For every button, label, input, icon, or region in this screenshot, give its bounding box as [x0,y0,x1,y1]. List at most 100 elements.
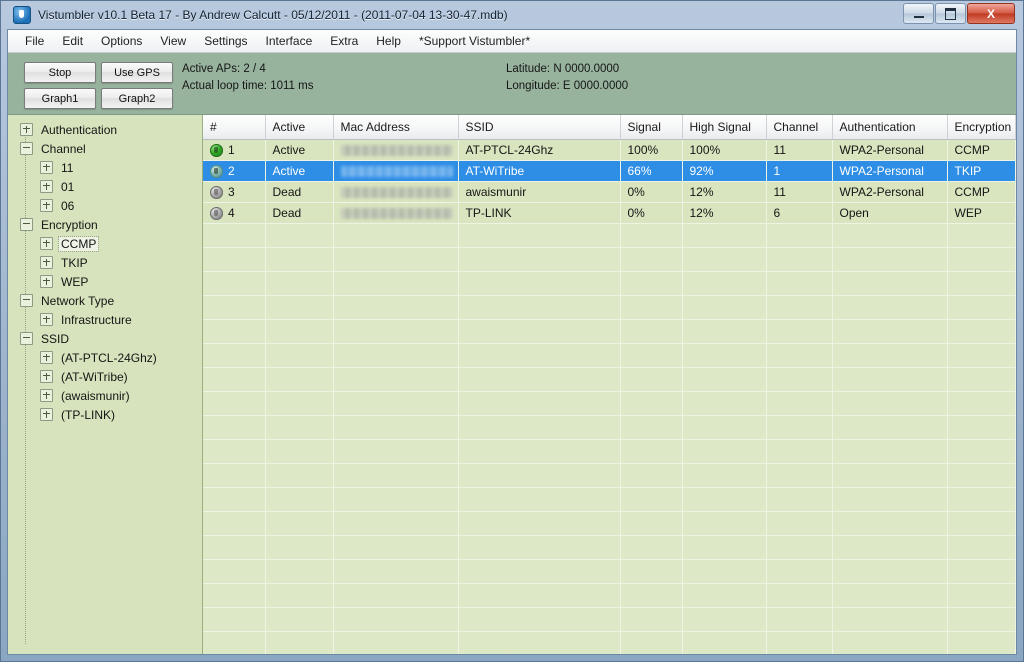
cell-empty [203,607,266,632]
collapse-icon[interactable] [20,218,33,231]
menu-item-extra[interactable]: Extra [321,31,367,51]
expand-icon[interactable] [40,161,53,174]
cell-authentication: WPA2-Personal [832,160,948,182]
menu-item-view[interactable]: View [151,31,195,51]
expand-icon[interactable] [40,180,53,193]
stop-button[interactable]: Stop [24,62,96,83]
expand-icon[interactable] [20,123,33,136]
cell-mac-address: 00:00:00:00:00:00 [333,202,459,224]
menu-item-file[interactable]: File [16,31,53,51]
expand-icon[interactable] [40,256,53,269]
tree-node-ssid[interactable]: SSID [8,329,202,348]
cell-empty [682,487,767,512]
tree-node-authentication[interactable]: Authentication [8,120,202,139]
tree-node-at-witribe[interactable]: (AT-WiTribe) [8,367,202,386]
cell-empty [682,319,767,344]
expand-icon[interactable] [40,389,53,402]
tree-node-encryption[interactable]: Encryption [8,215,202,234]
tree-node-label: Authentication [41,122,118,137]
maximize-button[interactable] [935,3,966,24]
tree-node-label: TKIP [61,255,88,270]
column-header-num[interactable]: # [203,115,266,140]
cell-empty [682,535,767,560]
menu-item-help[interactable]: Help [367,31,410,51]
tree-node-network-type[interactable]: Network Type [8,291,202,310]
expand-icon[interactable] [40,275,53,288]
cell-empty [203,295,266,320]
minimize-button[interactable] [903,3,934,24]
cell-empty [203,367,266,392]
cell-ssid: awaismunir [458,181,621,203]
menu-item-settings[interactable]: Settings [195,31,256,51]
tree-node-tkip[interactable]: TKIP [8,253,202,272]
cell-empty [620,223,683,248]
cell-empty [682,271,767,296]
table-header-row: # Active Mac Address SSID Signal High Si… [203,115,1016,140]
close-button[interactable]: X [967,3,1015,24]
column-header-high-signal[interactable]: High Signal [682,115,767,140]
menu-item-support[interactable]: *Support Vistumbler* [410,31,539,51]
cell-channel: 11 [766,139,833,161]
column-header-active[interactable]: Active [265,115,334,140]
menu-item-options[interactable]: Options [92,31,151,51]
tree-node-at-ptcl-24ghz[interactable]: (AT-PTCL-24Ghz) [8,348,202,367]
table-row[interactable]: 1Active00:00:00:00:00:00AT-PTCL-24Ghz100… [203,139,1016,161]
table-row[interactable]: 4 Dead 00:00:00:00:00:00 TP-LINK0%12%6OpenW… [203,202,1016,224]
row-number: 2 [228,164,235,178]
use-gps-button[interactable]: Use GPS [101,62,173,83]
cell-empty [682,343,767,368]
filter-tree[interactable]: Authentication Channel 11 01 06 Encryption CCM… [8,115,203,654]
tree-node-tp-link[interactable]: (TP-LINK) [8,405,202,424]
expand-icon[interactable] [40,370,53,383]
table-row[interactable]: 2 Active 00:00:00:00:00:00 AT-WiTribe66%92%… [203,160,1016,182]
graph1-button[interactable]: Graph1 [24,88,96,109]
cell-number: 3 [203,181,266,203]
cell-empty [947,631,1016,654]
expand-icon[interactable] [40,199,53,212]
collapse-icon[interactable] [20,142,33,155]
graph2-button[interactable]: Graph2 [101,88,173,109]
access-point-table: # Active Mac Address SSID Signal High Si… [203,115,1016,654]
column-header-encryption[interactable]: Encryption [947,115,1016,140]
expand-icon[interactable] [40,351,53,364]
cell-empty [620,463,683,488]
cell-empty [203,463,266,488]
cell-empty [333,463,459,488]
cell-empty [832,367,948,392]
toolbar: Stop Use GPS Graph1 Graph2 Active APs: 2… [8,53,1016,115]
menu-item-edit[interactable]: Edit [53,31,92,51]
column-header-channel[interactable]: Channel [766,115,833,140]
table-row[interactable]: 3 Dead 00:00:00:00:00:00 awaismunir0%12%11W… [203,181,1016,203]
cell-empty [265,415,334,440]
cell-empty [333,631,459,654]
tree-node-06[interactable]: 06 [8,196,202,215]
tree-node-awaismunir[interactable]: (awaismunir) [8,386,202,405]
mac-address-redacted: 00:00:00:00:00:00 [340,145,453,157]
cell-empty [620,631,683,654]
menu-item-interface[interactable]: Interface [257,31,322,51]
tree-node-01[interactable]: 01 [8,177,202,196]
vistumbler-icon [13,6,31,24]
expand-icon[interactable] [40,237,53,250]
collapse-icon[interactable] [20,332,33,345]
tree-node-ccmp[interactable]: CCMP [8,234,202,253]
cell-empty [203,415,266,440]
expand-icon[interactable] [40,408,53,421]
cell-empty [333,511,459,536]
cell-empty [333,343,459,368]
expand-icon[interactable] [40,313,53,326]
column-header-signal[interactable]: Signal [620,115,683,140]
cell-empty [458,223,621,248]
tree-node-label: Channel [41,141,86,156]
cell-empty [265,343,334,368]
column-header-mac[interactable]: Mac Address [333,115,459,140]
cell-empty [947,223,1016,248]
collapse-icon[interactable] [20,294,33,307]
column-header-ssid[interactable]: SSID [458,115,621,140]
tree-node-infrastructure[interactable]: Infrastructure [8,310,202,329]
tree-node-channel[interactable]: Channel [8,139,202,158]
cell-empty [832,343,948,368]
tree-node-11[interactable]: 11 [8,158,202,177]
tree-node-wep[interactable]: WEP [8,272,202,291]
column-header-authentication[interactable]: Authentication [832,115,948,140]
